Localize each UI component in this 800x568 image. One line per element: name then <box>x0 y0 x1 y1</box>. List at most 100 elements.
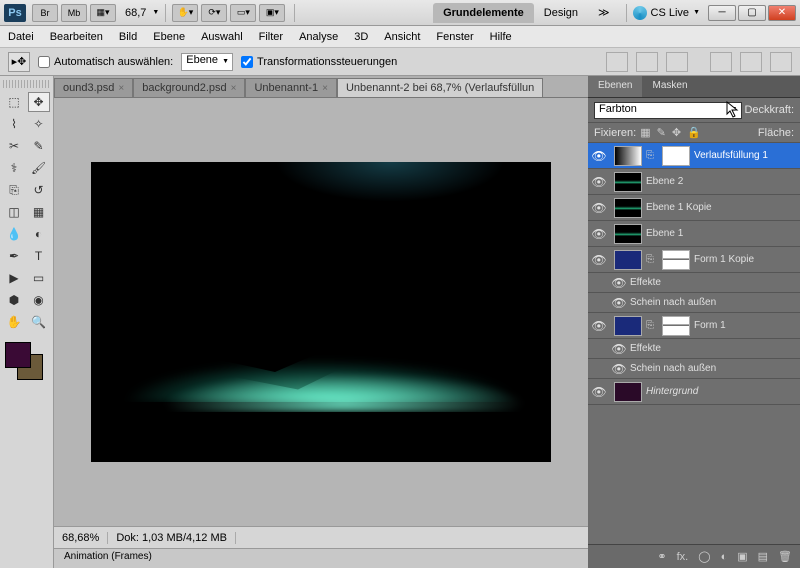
layer-thumb[interactable] <box>614 382 642 402</box>
healing-brush-tool[interactable]: ⚕ <box>3 158 25 178</box>
cs-live-button[interactable]: CS Live ▼ <box>633 6 700 20</box>
menu-auswahl[interactable]: Auswahl <box>201 31 243 43</box>
link-icon[interactable]: ⎘ <box>646 320 658 331</box>
zoom-indicator[interactable]: 68,7 <box>125 7 146 19</box>
auto-select-target-dropdown[interactable]: Ebene <box>181 53 233 71</box>
layer-thumb[interactable] <box>614 224 642 244</box>
visibility-icon[interactable]: 👁 <box>588 385 610 399</box>
move-tool[interactable]: ✥ <box>28 92 50 112</box>
menu-ebene[interactable]: Ebene <box>153 31 185 43</box>
close-icon[interactable]: × <box>322 83 328 94</box>
bridge-button[interactable]: Br <box>32 4 58 22</box>
layer-effect-outerglow[interactable]: 👁 Schein nach außen <box>588 293 800 313</box>
hand-tool[interactable]: ✋ <box>3 312 25 332</box>
status-zoom[interactable]: 68,68% <box>54 532 108 544</box>
menu-filter[interactable]: Filter <box>259 31 283 43</box>
eraser-tool[interactable]: ◫ <box>3 202 25 222</box>
menu-analyse[interactable]: Analyse <box>299 31 338 43</box>
layer-thumb[interactable] <box>614 316 642 336</box>
eyedropper-tool[interactable]: ✎ <box>28 136 50 156</box>
magic-wand-tool[interactable]: ✧ <box>28 114 50 134</box>
blur-tool[interactable]: 💧 <box>3 224 25 244</box>
visibility-icon[interactable]: 👁 <box>608 342 630 356</box>
workspace-more-icon[interactable]: ≫ <box>588 2 620 23</box>
zoom-tool[interactable]: 🔍 <box>28 312 50 332</box>
lasso-tool[interactable]: ⌇ <box>3 114 25 134</box>
panel-grip[interactable] <box>3 80 50 88</box>
clone-stamp-tool[interactable]: ⎘ <box>3 180 25 200</box>
canvas-viewport[interactable] <box>54 98 588 526</box>
layer-mask-icon[interactable]: ◯ <box>698 550 710 563</box>
close-icon[interactable]: × <box>118 83 124 94</box>
auto-select-checkbox[interactable] <box>38 56 50 68</box>
color-swatches[interactable] <box>3 342 43 382</box>
align-hcenter-button[interactable] <box>740 52 762 72</box>
ps-logo-icon[interactable]: Ps <box>4 4 26 22</box>
marquee-tool[interactable]: ⬚ <box>3 92 25 112</box>
visibility-icon[interactable]: 👁 <box>608 362 630 376</box>
dodge-tool[interactable]: ◐ <box>28 224 50 244</box>
visibility-icon[interactable]: 👁 <box>608 296 630 310</box>
lock-position-icon[interactable]: ✥ <box>672 126 681 139</box>
shape-tool[interactable]: ▭ <box>28 268 50 288</box>
align-top-button[interactable] <box>606 52 628 72</box>
crop-tool[interactable]: ✂ <box>3 136 25 156</box>
hand-shortcut-button[interactable]: ✋▾ <box>172 4 198 22</box>
doctab-2[interactable]: background2.psd× <box>133 78 245 97</box>
foreground-color-swatch[interactable] <box>5 342 31 368</box>
layer-name[interactable]: Ebene 1 Kopie <box>646 202 712 213</box>
layer-thumb[interactable] <box>614 198 642 218</box>
close-icon[interactable]: × <box>231 83 237 94</box>
visibility-icon[interactable]: 👁 <box>588 319 610 333</box>
layer-ebene1[interactable]: 👁 Ebene 1 <box>588 221 800 247</box>
3d-tool[interactable]: ⬢ <box>3 290 25 310</box>
layer-thumb[interactable] <box>614 172 642 192</box>
blend-mode-dropdown[interactable]: Farbton <box>594 102 742 119</box>
link-icon[interactable]: ⎘ <box>646 150 658 161</box>
group-icon[interactable]: ▣ <box>737 550 747 563</box>
visibility-icon[interactable]: 👁 <box>608 276 630 290</box>
tab-masken[interactable]: Masken <box>642 76 697 97</box>
doctab-4-active[interactable]: Unbenannt-2 bei 68,7% (Verlaufsfüllun <box>337 78 543 97</box>
workspace-grundelemente[interactable]: Grundelemente <box>433 3 534 23</box>
animation-panel-tab[interactable]: Animation (Frames) <box>54 548 588 568</box>
minibridge-button[interactable]: Mb <box>61 4 87 22</box>
lock-transparency-icon[interactable]: ▦ <box>640 126 650 139</box>
3d-camera-tool[interactable]: ◉ <box>28 290 50 310</box>
rotate-view-button[interactable]: ⟳▾ <box>201 4 227 22</box>
layer-verlaufsfuellung[interactable]: 👁 ⎘ Verlaufsfüllung 1 <box>588 143 800 169</box>
link-icon[interactable]: ⎘ <box>646 254 658 265</box>
layer-effects-row[interactable]: 👁 Effekte <box>588 339 800 359</box>
window-close-button[interactable]: ✕ <box>768 5 796 21</box>
status-docinfo[interactable]: Dok: 1,03 MB/4,12 MB <box>108 532 236 544</box>
new-layer-icon[interactable]: ▤ <box>758 550 768 563</box>
history-brush-tool[interactable]: ↺ <box>28 180 50 200</box>
layer-effects-row[interactable]: 👁 Effekte <box>588 273 800 293</box>
pen-tool[interactable]: ✒ <box>3 246 25 266</box>
view-extras-button[interactable]: ▦▾ <box>90 4 116 22</box>
doctab-1[interactable]: ound3.psd× <box>54 78 133 97</box>
align-left-button[interactable] <box>710 52 732 72</box>
visibility-icon[interactable]: 👁 <box>588 227 610 241</box>
layer-name[interactable]: Ebene 1 <box>646 228 683 239</box>
tab-ebenen[interactable]: Ebenen <box>588 76 642 97</box>
link-layers-icon[interactable]: ⚭ <box>657 550 666 563</box>
align-right-button[interactable] <box>770 52 792 72</box>
transform-controls-checkbox[interactable] <box>241 56 253 68</box>
menu-fenster[interactable]: Fenster <box>436 31 473 43</box>
window-maximize-button[interactable]: ▢ <box>738 5 766 21</box>
layer-thumb[interactable] <box>614 250 642 270</box>
layer-hintergrund[interactable]: 👁 Hintergrund <box>588 379 800 405</box>
vector-mask-thumb[interactable] <box>662 316 690 336</box>
workspace-design[interactable]: Design <box>534 3 588 23</box>
canvas[interactable] <box>91 162 551 462</box>
adjustment-layer-icon[interactable]: ◐ <box>721 551 728 563</box>
layer-name[interactable]: Ebene 2 <box>646 176 683 187</box>
menu-datei[interactable]: Datei <box>8 31 34 43</box>
layer-ebene2[interactable]: 👁 Ebene 2 <box>588 169 800 195</box>
delete-layer-icon[interactable]: 🗑 <box>778 550 792 563</box>
window-minimize-button[interactable]: ─ <box>708 5 736 21</box>
type-tool[interactable]: T <box>28 246 50 266</box>
menu-bild[interactable]: Bild <box>119 31 137 43</box>
menu-ansicht[interactable]: Ansicht <box>384 31 420 43</box>
